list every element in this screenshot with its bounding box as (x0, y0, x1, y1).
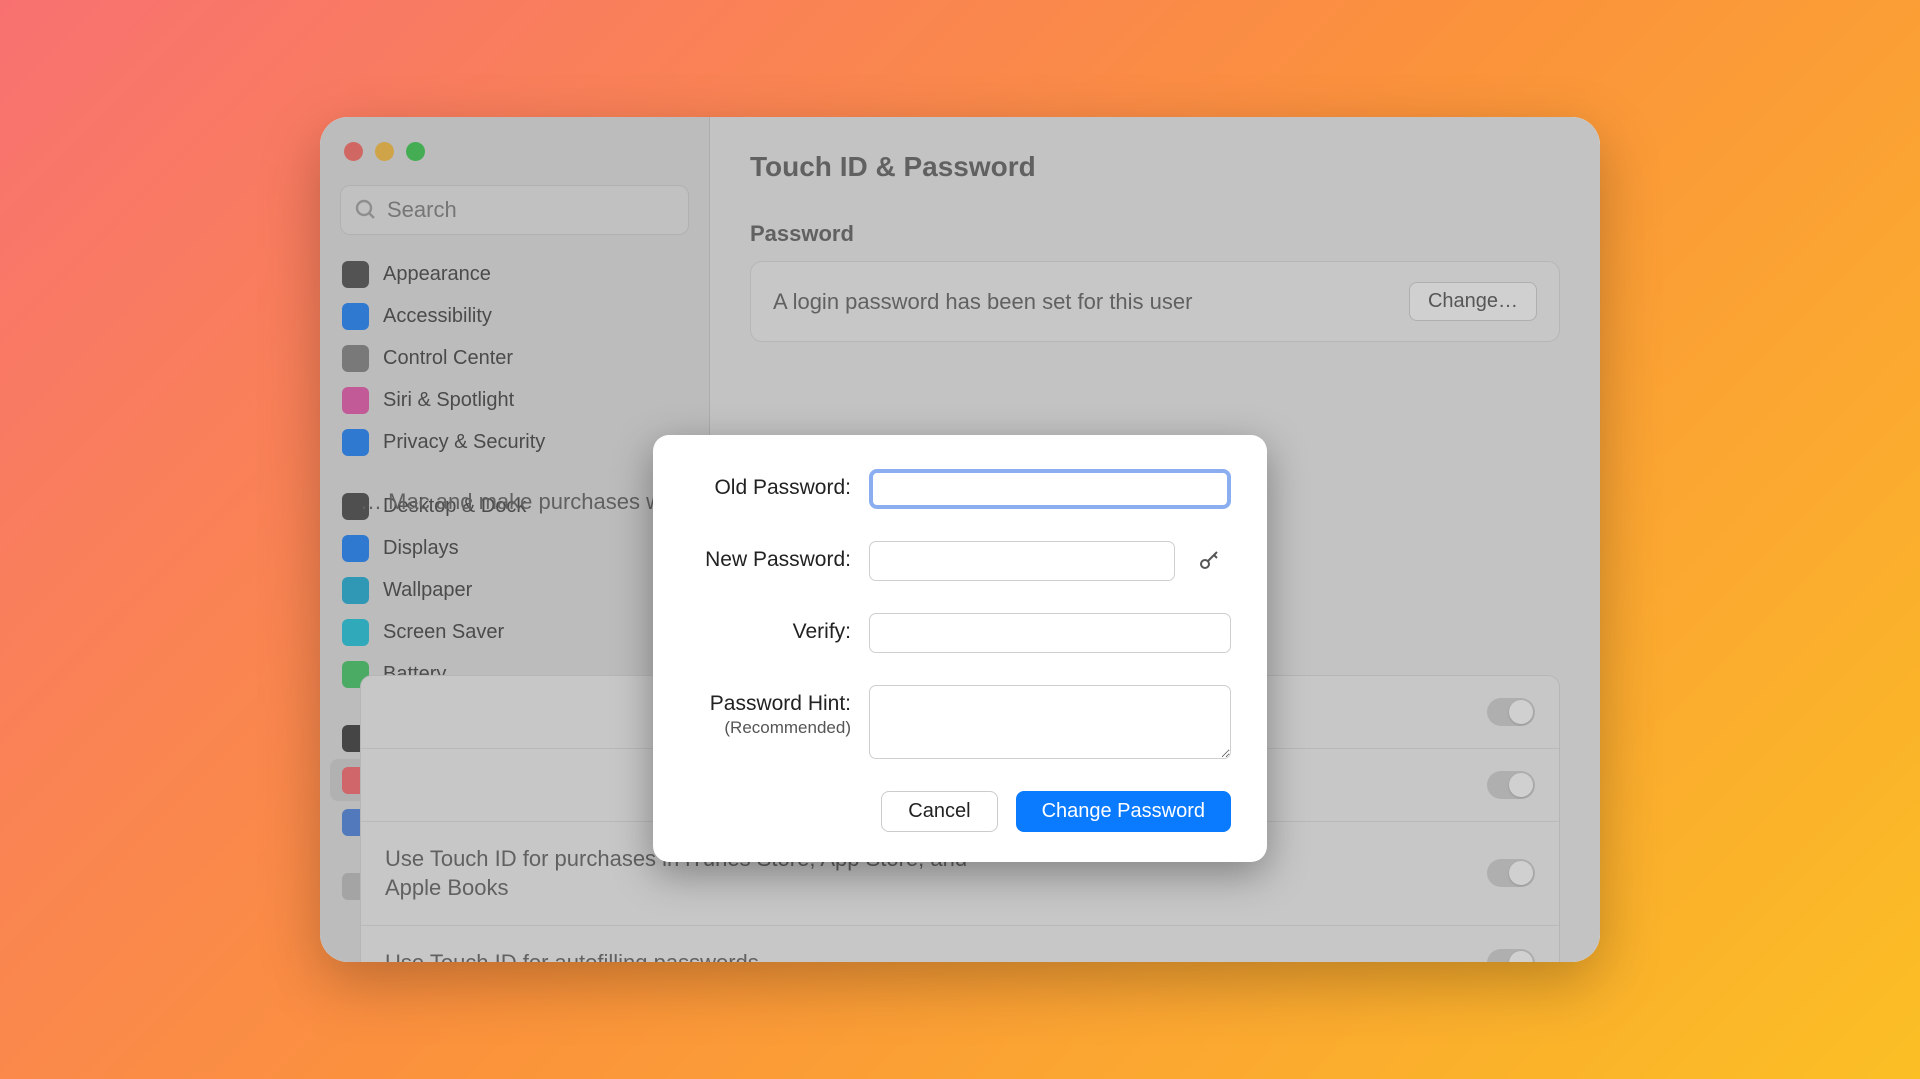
key-icon[interactable] (1197, 549, 1221, 573)
old-password-label: Old Password: (689, 469, 851, 501)
password-hint-input[interactable] (869, 685, 1231, 759)
verify-label: Verify: (689, 613, 851, 645)
new-password-input[interactable] (869, 541, 1175, 581)
hint-recommended: (Recommended) (689, 717, 851, 738)
old-password-input[interactable] (869, 469, 1231, 509)
new-password-label: New Password: (689, 541, 851, 573)
change-password-dialog: Old Password: New Password: Verify: Pass… (653, 435, 1267, 862)
change-password-button[interactable]: Change Password (1016, 791, 1231, 832)
hint-label: Password Hint: (Recommended) (689, 685, 851, 739)
hint-label-text: Password Hint: (710, 692, 851, 715)
cancel-button[interactable]: Cancel (881, 791, 997, 832)
verify-password-input[interactable] (869, 613, 1231, 653)
